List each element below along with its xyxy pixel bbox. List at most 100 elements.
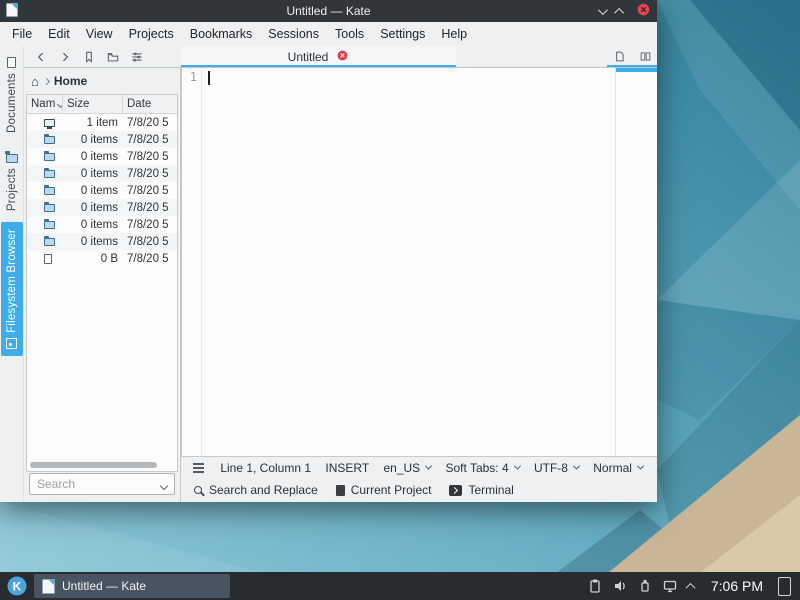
- column-header-size[interactable]: Size: [63, 95, 123, 113]
- tray-expander-icon[interactable]: [685, 582, 695, 592]
- column-header-date[interactable]: Date: [123, 95, 177, 113]
- fs-row-public[interactable]: 0 items 7/8/20 5: [27, 199, 177, 216]
- minimize-button[interactable]: [598, 5, 608, 15]
- hamburger-icon: [193, 467, 204, 469]
- show-desktop-button[interactable]: [778, 577, 791, 596]
- new-document-button[interactable]: [610, 48, 628, 66]
- clock[interactable]: 7:06 PM: [711, 578, 763, 594]
- menu-help[interactable]: Help: [433, 23, 475, 45]
- search-input[interactable]: [29, 473, 175, 495]
- row-date: 7/8/20 5: [123, 185, 177, 197]
- file-tree-header: Nam Size Date: [27, 95, 177, 114]
- filesystem-icon: [6, 338, 17, 349]
- status-input-mode[interactable]: INSERT: [323, 461, 371, 475]
- file-icon: [44, 254, 52, 264]
- fs-row-pictures[interactable]: 0 items 7/8/20 5: [27, 182, 177, 199]
- row-date: 7/8/20 5: [123, 219, 177, 231]
- fs-row-videos[interactable]: 0 items 7/8/20 5: [27, 233, 177, 250]
- home-icon[interactable]: ⌂: [31, 75, 39, 88]
- bookmarks-button[interactable]: [80, 48, 98, 66]
- scrollbar-thumb[interactable]: [30, 462, 157, 468]
- volume-icon: [612, 578, 628, 594]
- menu-tools[interactable]: Tools: [327, 23, 372, 45]
- task-button-kate[interactable]: Untitled — Kate: [34, 574, 230, 598]
- sliders-icon: [130, 50, 144, 64]
- toolview-terminal-button[interactable]: Terminal: [442, 480, 520, 500]
- fs-row-documents[interactable]: 0 items 7/8/20 5: [27, 131, 177, 148]
- current-document-folder-button[interactable]: [104, 48, 122, 66]
- fs-row-templates[interactable]: 0 items 7/8/20 5: [27, 216, 177, 233]
- fs-row-desktop[interactable]: 1 item 7/8/20 5: [27, 114, 177, 131]
- row-size: 0 items: [63, 134, 123, 146]
- tab-close-button[interactable]: [336, 49, 349, 65]
- status-cursor-position[interactable]: Line 1, Column 1: [218, 461, 313, 475]
- search-icon: [194, 486, 202, 494]
- music-folder-icon: [44, 170, 55, 178]
- clipboard-tray-button[interactable]: [587, 578, 603, 594]
- forward-button[interactable]: [56, 48, 74, 66]
- editor-area: 1: [181, 68, 657, 456]
- project-icon: [336, 485, 345, 496]
- kate-window: Untitled — Kate File Edit View Projects …: [0, 0, 657, 502]
- fs-row-file[interactable]: 0 B 7/8/20 5: [27, 250, 177, 267]
- documents-folder-icon: [44, 136, 55, 144]
- dock-tab-projects[interactable]: Projects: [1, 144, 23, 218]
- system-tray: [587, 578, 694, 594]
- maximize-button[interactable]: [614, 7, 624, 17]
- filesystem-browser-panel: ⌂ Home Nam Size Date: [24, 68, 181, 502]
- status-encoding[interactable]: UTF-8: [532, 461, 581, 475]
- usb-device-tray-button[interactable]: [637, 578, 653, 594]
- application-launcher-button[interactable]: K: [5, 574, 29, 598]
- dock-tab-label: Filesystem Browser: [6, 229, 18, 333]
- menu-settings[interactable]: Settings: [372, 23, 433, 45]
- line-number: 1: [190, 70, 197, 84]
- taskbar: K Untitled — Kate: [0, 572, 800, 600]
- status-tab-mode[interactable]: Soft Tabs: 4: [443, 461, 521, 475]
- task-label: Untitled — Kate: [62, 579, 146, 593]
- documents-icon: [7, 57, 16, 68]
- fs-row-music[interactable]: 0 items 7/8/20 5: [27, 165, 177, 182]
- menu-edit[interactable]: Edit: [40, 23, 78, 45]
- split-view-button[interactable]: [636, 48, 654, 66]
- text-area[interactable]: [202, 68, 615, 456]
- menu-view[interactable]: View: [78, 23, 121, 45]
- tabbar-empty-area: [456, 46, 607, 67]
- dock-tab-filesystem-browser[interactable]: Filesystem Browser: [1, 222, 23, 356]
- dock-tab-documents[interactable]: Documents: [1, 50, 23, 140]
- projects-icon: [6, 154, 18, 163]
- menu-file[interactable]: File: [4, 23, 40, 45]
- tab-untitled[interactable]: Untitled: [181, 46, 456, 67]
- titlebar[interactable]: Untitled — Kate: [0, 0, 657, 22]
- tabbar-actions: [607, 46, 657, 67]
- caret-down-icon: [573, 463, 580, 470]
- left-dock-tabbar: Documents Projects Filesystem Browser: [0, 46, 24, 502]
- row-size: 0 items: [63, 185, 123, 197]
- horizontal-scrollbar[interactable]: [27, 459, 177, 471]
- toolview-search-replace-button[interactable]: Search and Replace: [187, 480, 325, 500]
- options-button[interactable]: [128, 48, 146, 66]
- toolbar: Untitled: [24, 46, 657, 68]
- status-dictionary[interactable]: en_US: [381, 461, 433, 475]
- status-highlighting[interactable]: Normal: [591, 461, 645, 475]
- templates-folder-icon: [44, 221, 55, 229]
- close-button[interactable]: [636, 2, 651, 20]
- toolview-current-project-button[interactable]: Current Project: [329, 480, 439, 500]
- column-header-name[interactable]: Nam: [27, 95, 63, 113]
- menu-projects[interactable]: Projects: [121, 23, 182, 45]
- kate-app-icon: [6, 3, 18, 20]
- display-icon: [662, 578, 678, 594]
- display-tray-button[interactable]: [662, 578, 678, 594]
- usb-icon: [637, 578, 653, 594]
- menu-sessions[interactable]: Sessions: [260, 23, 327, 45]
- scrollbar-minimap[interactable]: [615, 68, 657, 456]
- breadcrumb-home[interactable]: Home: [54, 74, 87, 88]
- toolview-menu-button[interactable]: [189, 467, 208, 469]
- menu-bookmarks[interactable]: Bookmarks: [182, 23, 261, 45]
- bookmark-icon: [82, 50, 96, 64]
- back-button[interactable]: [32, 48, 50, 66]
- fs-row-downloads[interactable]: 0 items 7/8/20 5: [27, 148, 177, 165]
- volume-tray-button[interactable]: [612, 578, 628, 594]
- desktop-folder-icon: [44, 119, 55, 127]
- public-folder-icon: [44, 204, 55, 212]
- close-icon: [636, 2, 651, 17]
